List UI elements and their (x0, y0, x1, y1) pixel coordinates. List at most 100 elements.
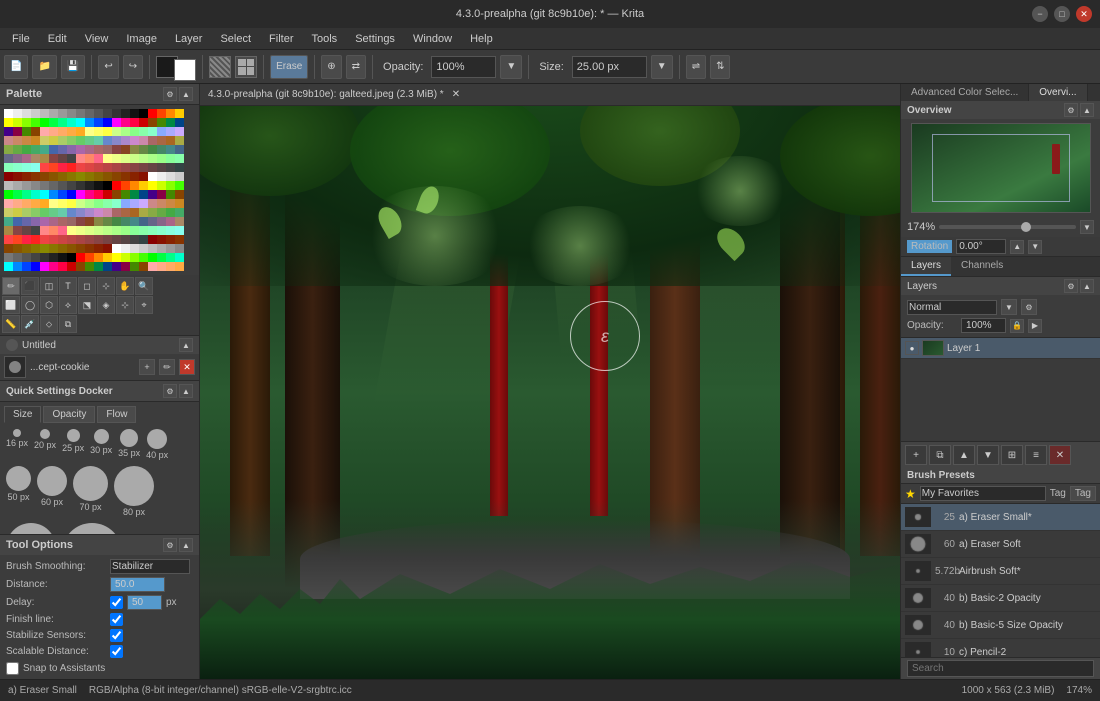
swatch-111[interactable] (103, 154, 112, 163)
swatch-73[interactable] (121, 136, 130, 145)
swatch-303[interactable] (31, 244, 40, 253)
delay-checkbox[interactable] (110, 596, 123, 609)
swatch-175[interactable] (139, 181, 148, 190)
swatch-12[interactable] (112, 109, 121, 118)
menu-item-filter[interactable]: Filter (261, 31, 301, 47)
swatch-28[interactable] (76, 118, 85, 127)
swatch-179[interactable] (175, 181, 184, 190)
swatch-51[interactable] (103, 127, 112, 136)
swatch-80[interactable] (4, 145, 13, 154)
swatch-193[interactable] (121, 190, 130, 199)
bp-tag-button[interactable]: Tag (1070, 486, 1096, 501)
swatch-172[interactable] (112, 181, 121, 190)
swatch-180[interactable] (4, 190, 13, 199)
swatch-236[interactable] (148, 208, 157, 217)
swatch-314[interactable] (130, 244, 139, 253)
swatch-47[interactable] (67, 127, 76, 136)
swatch-219[interactable] (175, 199, 184, 208)
swatch-214[interactable] (130, 199, 139, 208)
swatch-181[interactable] (13, 190, 22, 199)
swatch-163[interactable] (31, 181, 40, 190)
swatch-188[interactable] (76, 190, 85, 199)
swatch-26[interactable] (58, 118, 67, 127)
swatch-225[interactable] (49, 208, 58, 217)
swatch-142[interactable] (22, 172, 31, 181)
swatch-83[interactable] (31, 145, 40, 154)
wrap-button[interactable]: ⊕ (321, 55, 341, 79)
zoom-tool[interactable]: 🔍 (135, 277, 153, 295)
swatch-146[interactable] (58, 172, 67, 181)
swatch-9[interactable] (85, 109, 94, 118)
swatch-290[interactable] (94, 235, 103, 244)
swatch-20[interactable] (4, 118, 13, 127)
swatch-7[interactable] (67, 109, 76, 118)
eyedropper-tool[interactable]: 💉 (21, 315, 39, 333)
opacity-lock[interactable]: 🔒 (1010, 319, 1024, 333)
shape-tool[interactable]: ◻ (78, 277, 96, 295)
swatch-328[interactable] (76, 253, 85, 262)
swatch-67[interactable] (67, 136, 76, 145)
brush-size-3[interactable]: 30 px (90, 429, 112, 460)
swatch-340[interactable] (4, 262, 13, 271)
layers-options[interactable]: ⚙ (1021, 299, 1037, 315)
swatch-37[interactable] (157, 118, 166, 127)
swatch-268[interactable] (76, 226, 85, 235)
swatch-30[interactable] (94, 118, 103, 127)
swatch-44[interactable] (40, 127, 49, 136)
swatch-264[interactable] (40, 226, 49, 235)
swatch-24[interactable] (40, 118, 49, 127)
swatch-259[interactable] (175, 217, 184, 226)
pattern-selector[interactable] (209, 56, 231, 78)
swatch-332[interactable] (112, 253, 121, 262)
swatch-25[interactable] (49, 118, 58, 127)
swatch-4[interactable] (40, 109, 49, 118)
swatch-200[interactable] (4, 199, 13, 208)
swatch-249[interactable] (85, 217, 94, 226)
swatch-147[interactable] (67, 172, 76, 181)
stabilize-checkbox[interactable] (110, 629, 123, 642)
swatch-198[interactable] (166, 190, 175, 199)
swatch-320[interactable] (4, 253, 13, 262)
swatch-48[interactable] (76, 127, 85, 136)
select-freehand-tool[interactable]: ⟡ (59, 296, 77, 314)
swatch-235[interactable] (139, 208, 148, 217)
brush-tool[interactable]: ✏ (2, 277, 20, 295)
swatch-233[interactable] (121, 208, 130, 217)
brush-preview[interactable] (4, 356, 26, 378)
swatch-322[interactable] (22, 253, 31, 262)
swatch-284[interactable] (40, 235, 49, 244)
swatch-191[interactable] (103, 190, 112, 199)
bp-item-3[interactable]: 40b) Basic-2 Opacity (901, 585, 1100, 612)
swatch-232[interactable] (112, 208, 121, 217)
palette-settings-button[interactable]: ⚙ (163, 87, 177, 101)
swatch-239[interactable] (175, 208, 184, 217)
swatch-257[interactable] (157, 217, 166, 226)
swatch-207[interactable] (67, 199, 76, 208)
swatch-116[interactable] (148, 154, 157, 163)
swatch-89[interactable] (85, 145, 94, 154)
swatch-189[interactable] (85, 190, 94, 199)
swatch-126[interactable] (58, 163, 67, 172)
swatch-14[interactable] (130, 109, 139, 118)
layers-tab[interactable]: Layers (901, 257, 951, 276)
swatch-2[interactable] (22, 109, 31, 118)
swatch-40[interactable] (4, 127, 13, 136)
channels-tab[interactable]: Channels (951, 257, 1013, 276)
swatch-149[interactable] (85, 172, 94, 181)
gradient-tool[interactable]: ◫ (40, 277, 58, 295)
swatch-36[interactable] (148, 118, 157, 127)
erase-button[interactable]: Erase (270, 55, 308, 79)
swatch-250[interactable] (94, 217, 103, 226)
swatch-309[interactable] (85, 244, 94, 253)
rotation-up[interactable]: ▲ (1010, 240, 1024, 254)
swatch-11[interactable] (103, 109, 112, 118)
swatch-201[interactable] (13, 199, 22, 208)
clone-tool[interactable]: ⧉ (59, 315, 77, 333)
swatch-74[interactable] (130, 136, 139, 145)
swatch-106[interactable] (58, 154, 67, 163)
swatch-162[interactable] (22, 181, 31, 190)
swatch-306[interactable] (58, 244, 67, 253)
delete-layer-button[interactable]: ✕ (1049, 445, 1071, 465)
swatch-185[interactable] (49, 190, 58, 199)
redo-button[interactable]: ↪ (123, 55, 143, 79)
